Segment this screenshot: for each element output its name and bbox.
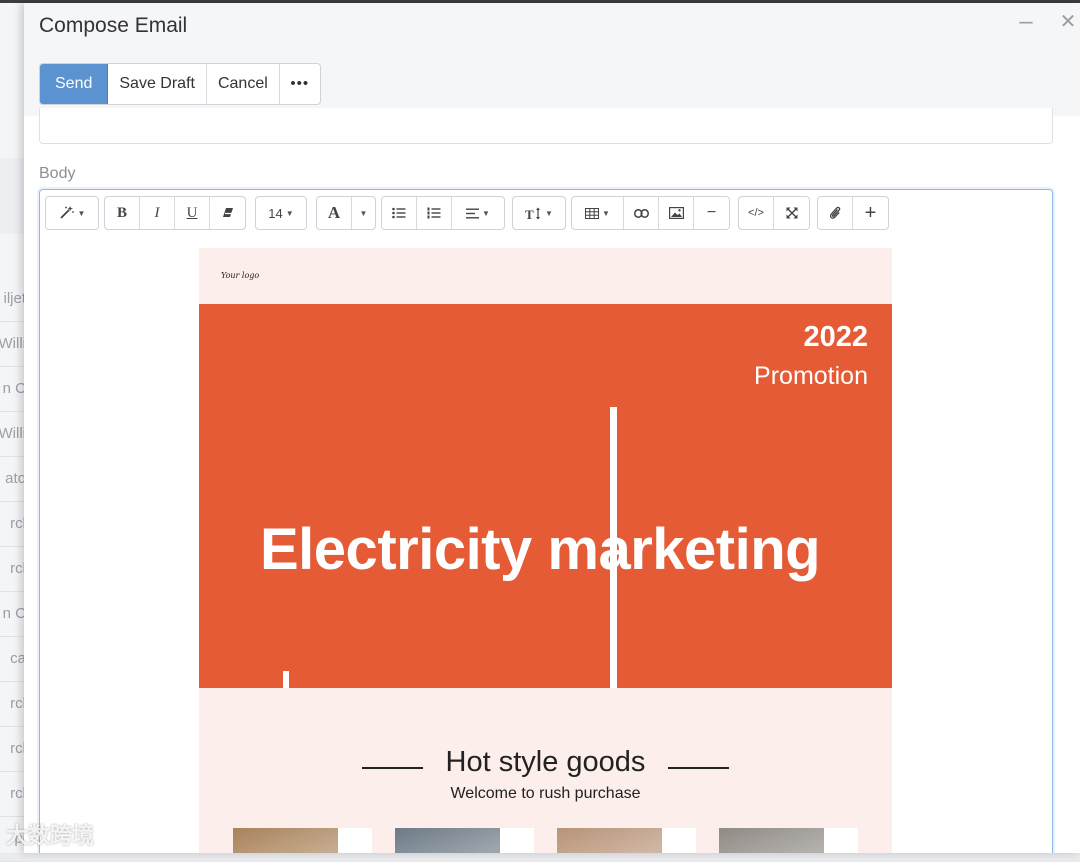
image-icon [668, 207, 684, 219]
text-height-icon: T [525, 207, 541, 220]
email-template[interactable]: Your logo 2022 Promotion Electricity mar… [199, 248, 892, 853]
promo-banner: 2022 Promotion Electricity marketing [199, 304, 892, 688]
attach-file-button[interactable] [818, 197, 853, 229]
bullet-list-icon [392, 207, 406, 219]
font-color-dropdown[interactable]: ▼ [352, 197, 375, 229]
toolbar-group-extra: + [817, 196, 889, 230]
section-title-line-right [668, 767, 729, 769]
banner-year: 2022 [803, 321, 868, 353]
toolbar-group-size: 14 ▼ [255, 196, 307, 230]
banner-vertical-line [610, 407, 617, 688]
text-height-dropdown[interactable]: T ▼ [513, 197, 565, 229]
watermark-logo: 大数跨境 [6, 823, 95, 848]
toolbar-group-heading: T ▼ [512, 196, 566, 230]
add-more-button[interactable]: + [853, 197, 888, 229]
numbered-list-button[interactable] [417, 197, 452, 229]
table-icon [585, 207, 600, 219]
insert-image-button[interactable] [659, 197, 694, 229]
cancel-button[interactable]: Cancel [207, 64, 280, 104]
background-row: ca [0, 637, 26, 682]
font-size-dropdown[interactable]: 14 ▼ [256, 197, 306, 229]
eraser-icon [222, 208, 233, 217]
email-logo: Your logo [221, 271, 260, 280]
underline-button[interactable]: U [175, 197, 210, 229]
background-row: iljet [0, 277, 26, 322]
align-left-icon [466, 208, 480, 218]
table-dropdown-button[interactable]: ▼ [572, 197, 624, 229]
horizontal-rule-button[interactable]: − [694, 197, 729, 229]
svg-text:T: T [525, 207, 534, 220]
background-row: rcl [0, 772, 26, 817]
more-actions-button[interactable]: ••• [280, 64, 320, 104]
caret-down-icon: ▼ [482, 208, 490, 218]
fullscreen-button[interactable] [774, 197, 809, 229]
style-dropdown-button[interactable]: ▼ [46, 197, 98, 229]
compose-email-dialog: Compose Email – ✕ Send Save Draft Cancel… [24, 3, 1080, 853]
section-title: Hot style goods [445, 746, 646, 778]
send-button[interactable]: Send [40, 64, 109, 104]
product-card[interactable] [557, 828, 696, 853]
rich-text-editor[interactable]: ▼ B I U 14 ▼ A ▼ ▼ T ▼ ▼ − </> + Your lo… [39, 189, 1053, 853]
link-icon [633, 208, 649, 218]
insert-link-button[interactable] [624, 197, 659, 229]
body-label: Body [39, 165, 76, 182]
toolbar-group-format: B I U [104, 196, 246, 230]
background-row: rcl [0, 502, 26, 547]
background-row: ato [0, 457, 26, 502]
banner-small-tick [283, 671, 289, 688]
caret-down-icon: ▼ [359, 208, 368, 218]
minimize-icon[interactable]: – [1015, 10, 1037, 34]
toolbar-group-style: ▼ [45, 196, 99, 230]
dialog-header: Compose Email – ✕ Send Save Draft Cancel… [24, 3, 1080, 116]
save-draft-button[interactable]: Save Draft [108, 64, 207, 104]
align-dropdown-button[interactable]: ▼ [452, 197, 504, 229]
background-row: rcl [0, 547, 26, 592]
numbered-list-icon [427, 207, 441, 219]
background-row: n C [0, 592, 26, 637]
background-row: rcl [0, 682, 26, 727]
product-image [233, 828, 338, 853]
bold-button[interactable]: B [105, 197, 140, 229]
product-card[interactable] [719, 828, 858, 853]
toolbar-group-paragraph: ▼ [381, 196, 505, 230]
toolbar-group-color: A ▼ [316, 196, 376, 230]
caret-down-icon: ▼ [77, 208, 86, 218]
background-row: n C [0, 367, 26, 412]
product-image [557, 828, 662, 853]
product-card[interactable] [233, 828, 372, 853]
background-row: rcl [0, 727, 26, 772]
product-image [719, 828, 824, 853]
magic-wand-icon [59, 206, 74, 219]
fullscreen-icon [786, 207, 797, 219]
clear-format-button[interactable] [210, 197, 245, 229]
paperclip-icon [829, 206, 841, 219]
background-table-header [0, 158, 26, 234]
product-card[interactable] [395, 828, 534, 853]
caret-down-icon: ▼ [545, 208, 553, 218]
font-color-button[interactable]: A [317, 197, 352, 229]
italic-button[interactable]: I [140, 197, 175, 229]
bullet-list-button[interactable] [382, 197, 417, 229]
action-button-group: Send Save Draft Cancel ••• [39, 63, 321, 105]
toolbar-group-insert: ▼ − [571, 196, 730, 230]
previous-field-input[interactable] [39, 108, 1053, 144]
caret-down-icon: ▼ [602, 208, 610, 218]
caret-down-icon: ▼ [285, 208, 294, 218]
toolbar-group-view: </> [738, 196, 810, 230]
code-view-button[interactable]: </> [739, 197, 774, 229]
background-row: Willi [0, 412, 26, 457]
product-image [395, 828, 500, 853]
dialog-title: Compose Email [39, 14, 188, 37]
background-row: Willi [0, 322, 26, 367]
font-size-value: 14 [268, 205, 283, 221]
close-icon[interactable]: ✕ [1057, 11, 1079, 33]
banner-subtitle: Promotion [754, 362, 868, 390]
banner-title: Electricity marketing [260, 517, 821, 582]
section-subtitle: Welcome to rush purchase [450, 785, 641, 802]
